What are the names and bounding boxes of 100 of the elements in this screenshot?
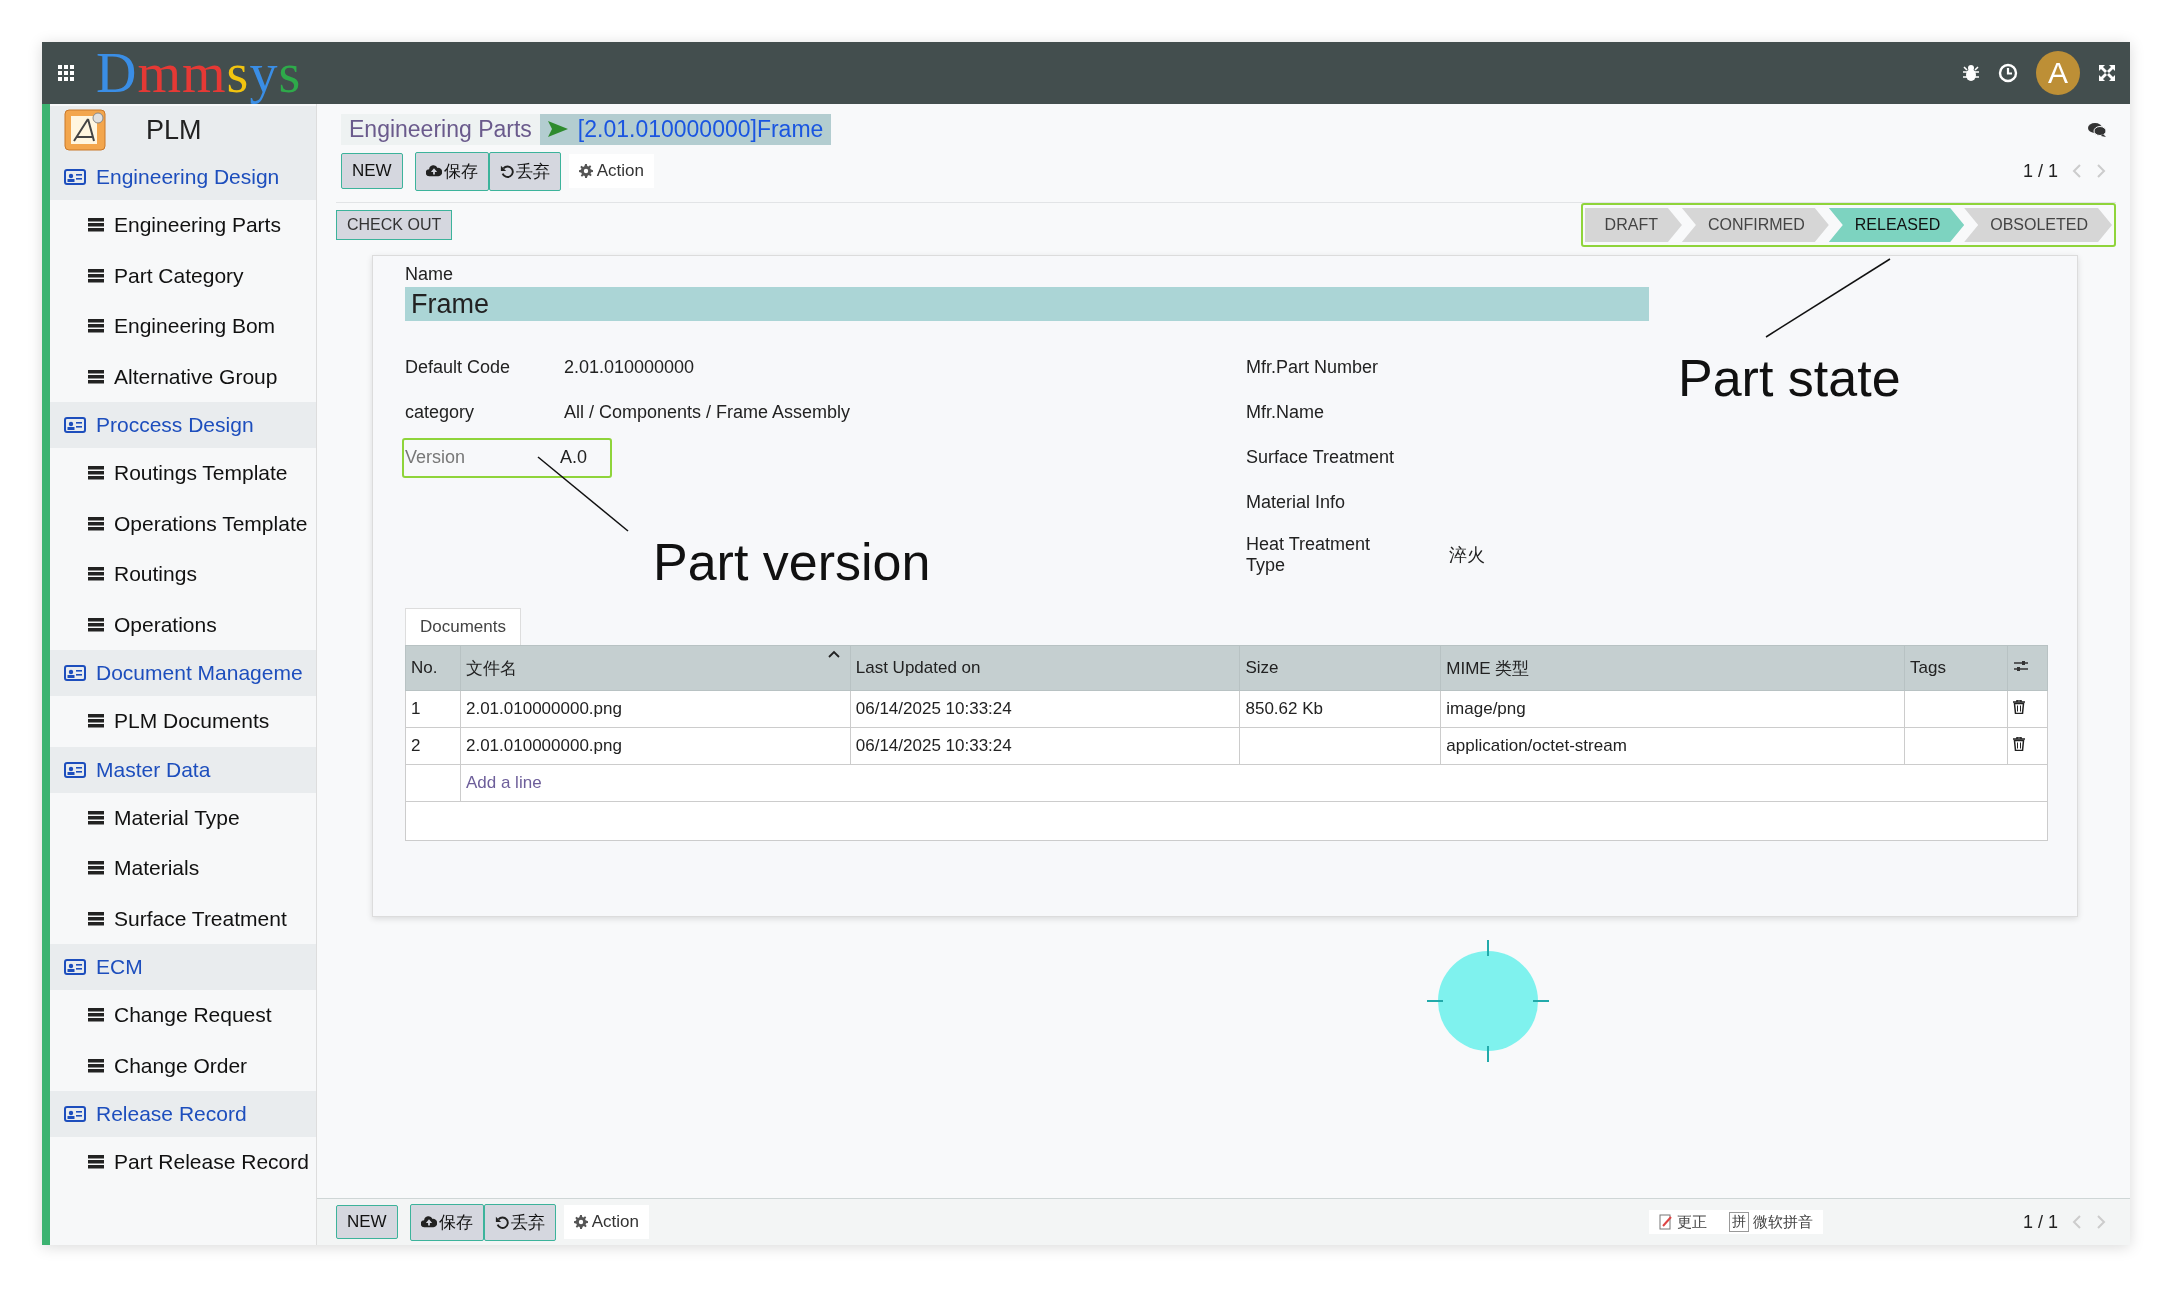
menu-item[interactable]: Alternative Group <box>50 351 316 402</box>
menu-item-label: Alternative Group <box>114 364 278 389</box>
table-cell: 2.01.010000000.png <box>460 690 851 728</box>
new-button[interactable]: NEW <box>336 1205 398 1239</box>
trash-icon[interactable] <box>2012 700 2025 714</box>
app-title: PLM <box>146 114 202 146</box>
list-icon <box>88 1058 104 1073</box>
menu-section[interactable]: ECM <box>50 944 316 990</box>
column-header[interactable]: No. <box>405 645 461 691</box>
table-cell: 06/14/2025 10:33:24 <box>850 727 1240 765</box>
menu-item[interactable]: Change Order <box>50 1040 316 1091</box>
table-cell: 850.62 Kb <box>1239 690 1441 728</box>
name-field[interactable]: Frame <box>405 287 1649 321</box>
list-icon <box>88 319 104 334</box>
bug-icon[interactable] <box>1962 64 1980 82</box>
menu-item-label: Engineering Parts <box>114 213 281 238</box>
menu-item[interactable]: Operations Template <box>50 498 316 549</box>
field-value: All / Components / Frame Assembly <box>564 402 851 423</box>
menu-section[interactable]: Engineering Design <box>50 154 316 200</box>
menu-item[interactable]: PLM Documents <box>50 696 316 747</box>
column-header[interactable]: Size <box>1239 645 1441 691</box>
list-icon <box>88 567 104 582</box>
menu-section[interactable]: Release Record <box>50 1091 316 1137</box>
menu-item[interactable]: Change Request <box>50 990 316 1041</box>
menu-item-label: Surface Treatment <box>114 906 287 931</box>
state-step[interactable]: DRAFT <box>1584 208 1682 242</box>
save-button[interactable]: 保存 <box>409 1203 484 1241</box>
list-icon <box>88 617 104 632</box>
menu-item-label: Operations <box>114 612 217 637</box>
menu-item[interactable]: Part Release Record <box>50 1137 316 1188</box>
state-step[interactable]: OBSOLETED <box>1964 208 2112 242</box>
list-icon <box>88 268 104 283</box>
sliders-icon[interactable] <box>2012 659 2029 673</box>
sort-caret-icon <box>827 650 840 658</box>
breadcrumb-link[interactable]: Engineering Parts <box>341 113 540 145</box>
discard-button[interactable]: 丢弃 <box>488 151 561 191</box>
menu-item[interactable]: Operations <box>50 599 316 650</box>
breadcrumb-current: [2.01.010000000]Frame <box>577 115 824 143</box>
menu-item[interactable]: Materials <box>50 843 316 894</box>
field-label: Material Info <box>1246 492 1347 513</box>
field-label: Mfr.Part Number <box>1246 357 1380 378</box>
menu-item[interactable]: Routings <box>50 549 316 600</box>
column-header[interactable]: Tags <box>1904 645 2008 691</box>
menu-section[interactable]: Master Data <box>50 746 316 793</box>
state-step[interactable]: CONFIRMED <box>1681 208 1829 242</box>
fullscreen-icon[interactable] <box>2098 64 2116 82</box>
chat-icon[interactable] <box>2088 121 2106 137</box>
menu-item[interactable]: Engineering Parts <box>50 200 316 251</box>
documents-tab[interactable]: Documents <box>405 608 521 645</box>
id-card-icon <box>64 761 86 778</box>
menu-item-label: Operations Template <box>114 511 308 536</box>
menu-item-label: Part Release Record <box>114 1150 309 1175</box>
list-icon <box>88 516 104 531</box>
table-cell: 2.01.010000000.png <box>460 727 851 765</box>
gear-icon <box>573 1215 588 1229</box>
menu-section[interactable]: Proccess Design <box>50 402 316 448</box>
menu-section[interactable]: Document Manageme <box>50 650 316 696</box>
discard-button[interactable]: 丢弃 <box>483 1203 556 1241</box>
menu-item[interactable]: Material Type <box>50 792 316 843</box>
section-label: Engineering Design <box>96 165 280 189</box>
menu-item[interactable]: Part Category <box>50 250 316 301</box>
clock-icon[interactable] <box>1998 63 2018 83</box>
table-cell: image/png <box>1440 690 1905 728</box>
ime-correct-label[interactable]: 更正 <box>1676 1212 1707 1232</box>
ime-name-label: 微软拼音 <box>1752 1212 1813 1232</box>
action-button[interactable]: Action <box>563 1205 649 1239</box>
menu-item-label: Materials <box>114 856 200 881</box>
list-icon <box>88 810 104 825</box>
pager-text: 1 / 1 <box>2022 1211 2058 1233</box>
menu-item[interactable]: Engineering Bom <box>50 301 316 352</box>
check-out-button[interactable]: CHECK OUT <box>336 210 453 240</box>
trash-icon[interactable] <box>2012 737 2025 751</box>
id-card-icon <box>64 169 86 185</box>
menu-item[interactable]: Surface Treatment <box>50 893 316 944</box>
column-header[interactable]: Last Updated on <box>850 645 1240 691</box>
save-button[interactable]: 保存 <box>414 151 489 191</box>
menu-item-label: Change Request <box>114 1003 272 1028</box>
new-button[interactable]: NEW <box>341 153 403 189</box>
action-button[interactable]: Action <box>568 154 654 188</box>
gear-icon <box>578 164 593 178</box>
apps-grid-icon[interactable] <box>58 65 74 81</box>
undo-icon <box>494 1215 509 1229</box>
field-label: Name <box>405 264 454 285</box>
table-cell: 06/14/2025 10:33:24 <box>850 690 1240 728</box>
field-value: 淬火 <box>1449 544 1485 567</box>
ime-mode-indicator[interactable]: 拼 <box>1728 1212 1749 1232</box>
menu-item[interactable]: Routings Template <box>50 448 316 499</box>
highlighted-field: Version A.0 <box>402 437 612 478</box>
state-step[interactable]: RELEASED <box>1828 208 1965 242</box>
undo-icon <box>499 164 514 178</box>
add-line-link[interactable]: Add a line <box>465 773 542 792</box>
section-label: Master Data <box>96 757 211 782</box>
arrow-icon <box>547 121 568 137</box>
drafting-tools-icon[interactable] <box>64 109 106 151</box>
list-icon <box>88 218 104 233</box>
menu-item-label: Engineering Bom <box>114 314 276 339</box>
field-label: Surface Treatment <box>1246 447 1396 468</box>
column-header[interactable]: 文件名 <box>460 645 851 691</box>
column-header[interactable]: MIME 类型 <box>1440 645 1905 691</box>
menu-item-label: Material Type <box>114 805 240 830</box>
